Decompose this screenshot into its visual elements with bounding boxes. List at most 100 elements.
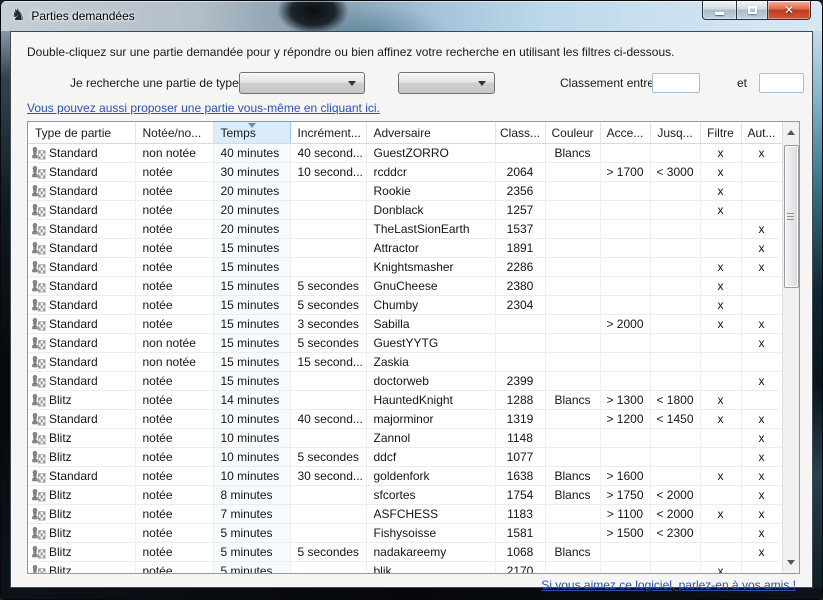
cell-filter: x [700,410,741,429]
column-header-type[interactable]: Type de partie [28,122,135,144]
cell-opponent: Donblack [366,201,495,220]
cell-max [650,201,700,220]
titlebar[interactable]: ♞ Parties demandées ✕ [1,1,822,31]
column-header-filter[interactable]: Filtre [700,122,741,144]
column-header-opponent[interactable]: Adversaire [366,122,495,144]
cell-max [650,277,700,296]
cell-color [545,334,600,353]
table-row[interactable]: Blitznotée14 minutesHauntedKnight1288Bla… [28,391,782,410]
game-type-select[interactable] [239,72,365,94]
vertical-scrollbar[interactable] [782,122,799,573]
table-row[interactable]: Standardnotée15 minutesAttractor1891x [28,239,782,258]
table-row[interactable]: Standardnotée20 minutesTheLastSionEarth1… [28,220,782,239]
column-header-auto[interactable]: Aut... [741,122,782,144]
game-speed-select[interactable] [398,72,495,94]
cell-auto: x [741,258,782,277]
close-button[interactable]: ✕ [767,1,811,20]
table-row[interactable]: Standardnotée15 minutesKnightsmasher2286… [28,258,782,277]
cell-filter: x [700,505,741,524]
column-header-color[interactable]: Couleur [545,122,600,144]
caption-buttons: ✕ [702,1,811,20]
cell-time: 5 minutes [213,524,290,543]
games-table: Type de partieNotée/no...TempsIncrément.… [28,122,783,574]
rating-min-input[interactable] [652,73,700,93]
cell-min [600,277,650,296]
cell-rating: 2286 [495,258,545,277]
table-row[interactable]: Blitznotée7 minutesASFCHESS1183> 1100< 2… [28,505,782,524]
cell-filter [700,353,741,372]
table-row[interactable]: Standardnon notée40 minutes40 second...G… [28,144,782,163]
maximize-button[interactable] [737,1,767,20]
cell-rating [495,315,545,334]
cell-time: 15 minutes [213,334,290,353]
chess-piece-icon [31,241,46,256]
share-app-link[interactable]: Si vous aimez ce logiciel, parlez-en à v… [541,578,796,592]
cell-auto [741,201,782,220]
rating-max-input[interactable] [759,73,804,93]
scroll-down-button[interactable] [783,554,799,571]
cell-max [650,334,700,353]
cell-rated: notée [135,258,213,277]
cell-time: 15 minutes [213,315,290,334]
cell-max [650,372,700,391]
chess-piece-icon [31,203,46,218]
table-row[interactable]: Standardnotée20 minutesDonblack1257x [28,201,782,220]
game-type-text: Standard [49,315,98,333]
scrollbar-thumb[interactable] [784,145,799,288]
propose-game-link[interactable]: Vous pouvez aussi proposer une partie vo… [27,101,380,115]
table-row[interactable]: Standardnotée15 minutes3 secondesSabilla… [28,315,782,334]
column-header-min[interactable]: Acce... [600,122,650,144]
cell-rated: notée [135,182,213,201]
column-header-increment[interactable]: Incrément... [290,122,366,144]
cell-time: 5 minutes [213,562,290,575]
cell-color [545,163,600,182]
table-row[interactable]: Standardnotée15 minutes5 secondesChumby2… [28,296,782,315]
cell-rated: notée [135,448,213,467]
cell-auto [741,277,782,296]
cell-type: Standard [28,315,135,334]
column-header-time[interactable]: Temps [213,122,290,144]
cell-rated: notée [135,239,213,258]
table-row[interactable]: Standardnotée30 minutes10 second...rcddc… [28,163,782,182]
table-row[interactable]: Blitznotée5 minutesblik2170x [28,562,782,575]
maximize-icon [748,6,757,14]
cell-rating: 2170 [495,562,545,575]
column-header-rating[interactable]: Class... [495,122,545,144]
cell-type: Standard [28,239,135,258]
cell-min [600,448,650,467]
table-row[interactable]: Standardnotée15 minutesdoctorweb2399x [28,372,782,391]
cell-rated: notée [135,429,213,448]
minimize-button[interactable] [702,1,737,20]
cell-auto: x [741,220,782,239]
table-row[interactable]: Standardnotée10 minutes40 second...major… [28,410,782,429]
table-row[interactable]: Standardnotée15 minutes5 secondesGnuChee… [28,277,782,296]
table-row[interactable]: Standardnon notée15 minutes5 secondesGue… [28,334,782,353]
cell-color [545,220,600,239]
cell-rating: 1891 [495,239,545,258]
cell-rated: non notée [135,144,213,163]
cell-time: 30 minutes [213,163,290,182]
column-header-rated[interactable]: Notée/no... [135,122,213,144]
client-area: Double-cliquez sur une partie demandée p… [10,31,813,588]
column-header-max[interactable]: Jusq... [650,122,700,144]
cell-rated: notée [135,467,213,486]
scroll-up-button[interactable] [783,124,799,141]
table-row[interactable]: Blitznotée5 minutesFishysoisse1581> 1500… [28,524,782,543]
cell-max [650,543,700,562]
table-row[interactable]: Standardnotée20 minutesRookie2356x [28,182,782,201]
cell-filter: x [700,277,741,296]
cell-color: Blancs [545,467,600,486]
table-row[interactable]: Blitznotée8 minutessfcortes1754Blancs> 1… [28,486,782,505]
cell-min [600,562,650,575]
cell-increment: 5 secondes [290,543,366,562]
cell-filter [700,239,741,258]
cell-filter [700,429,741,448]
cell-time: 15 minutes [213,353,290,372]
cell-min: > 1500 [600,524,650,543]
table-row[interactable]: Blitznotée5 minutes5 secondesnadakareemy… [28,543,782,562]
table-row[interactable]: Blitznotée10 minutesZannol1148x [28,429,782,448]
cell-type: Standard [28,220,135,239]
table-row[interactable]: Standardnotée10 minutes30 second...golde… [28,467,782,486]
table-row[interactable]: Standardnon notée15 minutes15 second...Z… [28,353,782,372]
table-row[interactable]: Blitznotée10 minutes5 secondesddcf1077x [28,448,782,467]
